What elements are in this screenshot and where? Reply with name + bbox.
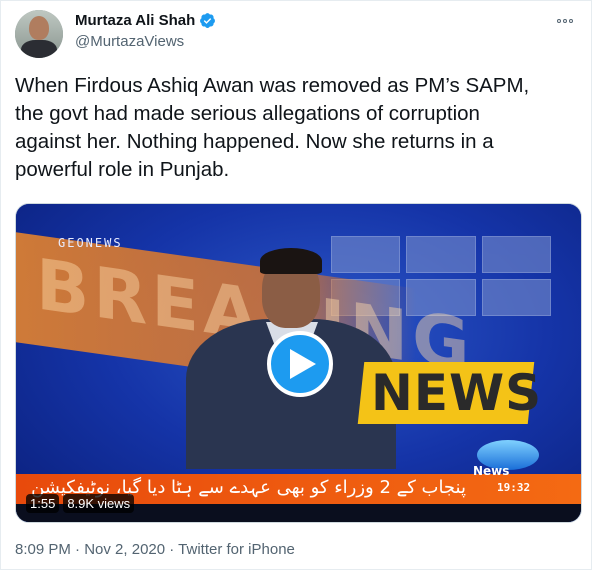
- tweet-source[interactable]: Twitter for iPhone: [178, 541, 295, 558]
- tweet-text-line: When Firdous Ashiq Awan was removed as P…: [15, 74, 530, 97]
- more-options-icon[interactable]: [553, 13, 577, 29]
- video-badges: 1:55 8.9K views: [26, 494, 135, 513]
- author-name-row: Murtaza Ali Shah: [75, 12, 216, 29]
- tweet-text-line: against her. Nothing happened. Now she r…: [15, 130, 494, 153]
- play-button[interactable]: [267, 331, 333, 397]
- tweet-time[interactable]: 8:09 PM: [15, 541, 71, 558]
- more-dot: [569, 19, 573, 23]
- meta-separator: ·: [165, 541, 179, 558]
- channel-logo: News 19:32: [471, 438, 551, 500]
- tweet-card: Murtaza Ali Shah @MurtazaViews When Fird…: [0, 0, 592, 570]
- tweet-text-line: powerful role in Punjab.: [15, 158, 230, 181]
- channel-label: GEONEWS: [58, 236, 123, 250]
- tweet-text-line: the govt had made serious allegations of…: [15, 102, 480, 125]
- author-name[interactable]: Murtaza Ali Shah: [75, 12, 195, 29]
- meta-separator: ·: [70, 541, 85, 558]
- verified-badge-icon: [200, 13, 216, 28]
- play-icon: [289, 349, 316, 379]
- video-player[interactable]: BREAKING NEWS GEONEWS پنجاب کے 2 وزراء ک…: [15, 203, 582, 523]
- author-handle[interactable]: @MurtazaViews: [75, 33, 184, 50]
- logo-time: 19:32: [497, 481, 531, 494]
- avatar-head: [29, 16, 49, 40]
- video-views: 8.9K views: [63, 494, 135, 513]
- video-duration: 1:55: [26, 494, 60, 513]
- news-box-text: NEWS: [371, 364, 543, 422]
- more-dot: [557, 19, 561, 23]
- more-dot: [563, 19, 567, 23]
- avatar[interactable]: [15, 10, 63, 58]
- tweet-text: When Firdous Ashiq Awan was removed as P…: [15, 72, 581, 184]
- tweet-date[interactable]: Nov 2, 2020: [84, 541, 165, 558]
- logo-word: News: [473, 464, 510, 478]
- tweet-meta: 8:09 PM · Nov 2, 2020 · Twitter for iPho…: [15, 541, 295, 558]
- anchor-hair: [260, 248, 322, 274]
- avatar-body: [21, 40, 57, 58]
- ticker-text: پنجاب کے 2 وزراء کو بھی عہدے سے ہٹا دیا …: [31, 477, 466, 498]
